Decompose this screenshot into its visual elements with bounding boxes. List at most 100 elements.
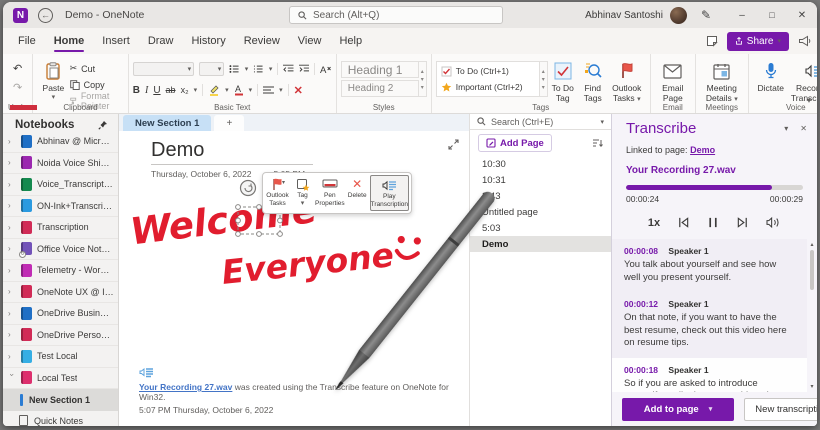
mini-play-transcription-button[interactable]: Play Transcription: [369, 175, 409, 211]
transcript-segment[interactable]: 00:00:12 Speaker 1 On that note, if you …: [612, 292, 807, 358]
highlight-icon[interactable]: [208, 84, 220, 96]
font-name-select[interactable]: ▾: [132, 62, 195, 76]
pause-icon[interactable]: [707, 216, 719, 229]
indent-increase-icon[interactable]: [298, 64, 310, 74]
notebook-item[interactable]: › Test Local: [3, 346, 118, 368]
notebook-item-expanded[interactable]: › Local Test: [3, 368, 118, 389]
search-input[interactable]: Search (Alt+Q): [289, 6, 503, 24]
outlook-tasks-button[interactable]: Outlook Tasks ▾: [608, 58, 646, 104]
page-item-selected[interactable]: Demo: [470, 236, 611, 252]
sidebar-section-new-section-1[interactable]: New Section 1: [3, 389, 118, 411]
notebook-item[interactable]: › Telemetry - Word Mo...: [3, 260, 118, 282]
font-color-icon[interactable]: A: [234, 84, 244, 96]
notebook-item[interactable]: › Abhinav @ Microsoft: [3, 131, 118, 153]
avatar[interactable]: [669, 6, 687, 24]
sort-icon[interactable]: [592, 138, 603, 148]
delete-icon[interactable]: ✕: [294, 84, 303, 97]
notebook-item[interactable]: › Transcription: [3, 217, 118, 239]
clear-formatting-icon[interactable]: A: [320, 64, 332, 75]
sidebar-item-quick-notes[interactable]: Quick Notes: [3, 411, 118, 426]
pen-mode-icon[interactable]: ✎: [701, 8, 711, 22]
paragraph-align-icon[interactable]: [263, 86, 275, 95]
font-size-select[interactable]: ▾: [199, 62, 225, 76]
tab-history[interactable]: History: [182, 28, 234, 54]
new-transcription-button[interactable]: New transcription: [744, 397, 817, 421]
meeting-details-button[interactable]: Meeting Details ▾: [700, 58, 744, 104]
scrollbar[interactable]: ▴ ▾: [807, 239, 817, 392]
record-transcribe-button[interactable]: Record & Transcribe ▾: [789, 58, 817, 104]
dictate-button[interactable]: Dictate: [753, 58, 789, 94]
tags-scroll[interactable]: ▴ ▾ ▾: [539, 61, 548, 97]
tab-insert[interactable]: Insert: [93, 28, 139, 54]
page-canvas[interactable]: Demo Thursday, October 6, 20225:05 PM ▾ …: [119, 131, 469, 426]
pin-icon[interactable]: [98, 120, 108, 130]
tab-help[interactable]: Help: [330, 28, 371, 54]
subscript-button[interactable]: x₂: [181, 85, 189, 95]
notebook-item[interactable]: › ↻ Office Voice Notebook: [3, 239, 118, 260]
transcript-segments[interactable]: 00:00:08 Speaker 1 You talk about yourse…: [612, 239, 817, 392]
linked-page-link[interactable]: Demo: [690, 145, 715, 155]
notebook-item[interactable]: › OneNote UX @ IDC: [3, 282, 118, 303]
mini-delete-button[interactable]: ✕ Delete: [345, 175, 370, 211]
bullet-list-icon[interactable]: [229, 64, 240, 74]
add-section-tab[interactable]: +: [214, 115, 245, 131]
pane-options-icon[interactable]: ▾: [784, 124, 788, 133]
page-item[interactable]: 5:03: [470, 220, 611, 236]
notebook-item[interactable]: › Noida Voice Shiproom: [3, 153, 118, 174]
italic-button[interactable]: I: [145, 85, 148, 96]
page-title[interactable]: Demo: [151, 139, 204, 162]
transcript-segment-active[interactable]: 00:00:18 Speaker 1 So if you are asked t…: [612, 357, 807, 392]
undo-icon[interactable]: ↶: [13, 62, 22, 75]
recording-link[interactable]: Your Recording 27.wav: [139, 382, 232, 392]
numbered-list-icon[interactable]: [253, 64, 264, 74]
find-tags-button[interactable]: Find Tags: [578, 58, 608, 104]
redo-icon[interactable]: ↷: [13, 81, 22, 94]
minimize-button[interactable]: –: [727, 2, 757, 28]
tab-home[interactable]: Home: [45, 28, 94, 54]
mini-tag-button[interactable]: Tag ▾: [290, 175, 315, 211]
skip-forward-icon[interactable]: [736, 216, 749, 229]
mini-outlook-tasks-button[interactable]: ▾ Outlook Tasks: [265, 175, 290, 211]
cut-button[interactable]: ✂ Cut: [70, 62, 124, 75]
pane-close-icon[interactable]: ✕: [800, 124, 807, 133]
sticky-note-icon[interactable]: [706, 35, 718, 47]
close-button[interactable]: ✕: [787, 2, 817, 28]
notebook-item[interactable]: › ON-Ink+Transcription: [3, 196, 118, 217]
transcript-segment[interactable]: 00:00:08 Speaker 1 You talk about yourse…: [612, 239, 807, 292]
add-to-page-button[interactable]: Add to page ▾: [622, 397, 734, 421]
scrollbar-thumb[interactable]: [810, 250, 814, 290]
tag-important[interactable]: Important (Ctrl+2): [441, 79, 535, 95]
email-page-button[interactable]: Email Page: [655, 58, 691, 104]
copy-button[interactable]: Copy: [69, 78, 124, 91]
page-item[interactable]: Untitled page: [470, 204, 611, 220]
scroll-down-icon[interactable]: ▾: [810, 383, 813, 390]
style-heading2[interactable]: Heading 2: [340, 80, 419, 97]
indent-decrease-icon[interactable]: [283, 64, 294, 74]
add-page-button[interactable]: Add Page: [478, 134, 552, 152]
scroll-up-icon[interactable]: ▴: [810, 241, 813, 248]
tab-view[interactable]: View: [289, 28, 331, 54]
page-item[interactable]: 3:43: [470, 188, 611, 204]
notebook-item[interactable]: › OneDrive Business Test: [3, 303, 118, 325]
back-button[interactable]: ←: [38, 7, 53, 23]
collapse-ribbon-icon[interactable]: ▾: [807, 96, 811, 105]
tab-review[interactable]: Review: [235, 28, 289, 54]
tab-file[interactable]: File: [9, 28, 45, 54]
section-tab-new-section-1[interactable]: New Section 1: [123, 115, 212, 131]
page-search-input[interactable]: Search (Ctrl+E) ▾: [470, 114, 611, 130]
volume-icon[interactable]: [766, 216, 781, 229]
expand-icon[interactable]: [448, 139, 459, 150]
styles-scroll[interactable]: ▴ ▾ ▾: [418, 61, 427, 97]
megaphone-icon[interactable]: [798, 35, 811, 47]
underline-button[interactable]: U: [153, 85, 160, 96]
strikethrough-button[interactable]: ab: [166, 85, 176, 95]
audio-file-icon[interactable]: [139, 367, 154, 380]
bold-button[interactable]: B: [133, 85, 140, 96]
skip-back-icon[interactable]: [677, 216, 690, 229]
playback-speed-button[interactable]: 1x: [648, 217, 660, 229]
maximize-button[interactable]: □: [757, 2, 787, 28]
paste-button[interactable]: Paste ▾: [37, 58, 69, 102]
share-button[interactable]: Share ▾: [726, 31, 789, 51]
notebook-item[interactable]: › Voice_Transcription Te...: [3, 174, 118, 196]
page-item[interactable]: 10:31: [470, 172, 611, 188]
